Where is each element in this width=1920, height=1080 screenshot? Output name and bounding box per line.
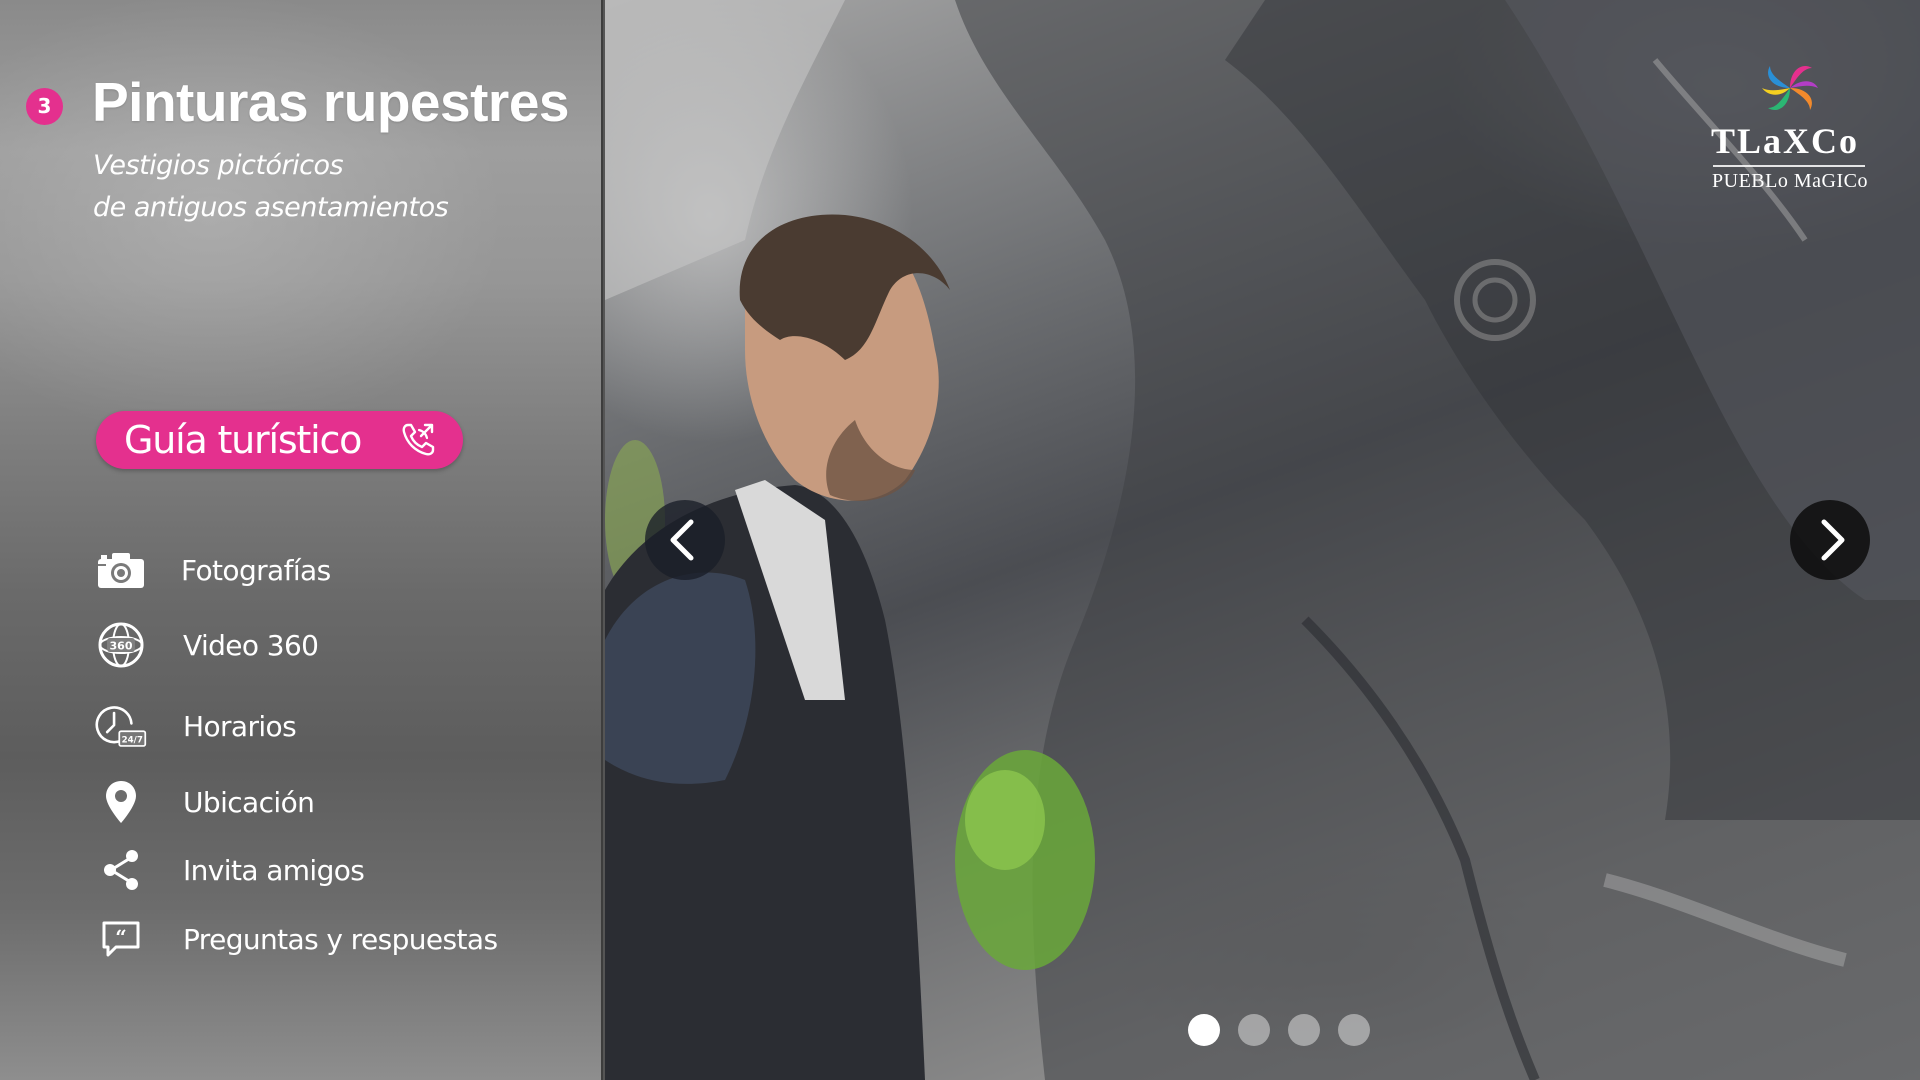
slide-dot-3[interactable] <box>1288 1014 1320 1046</box>
menu-label-location: Ubicación <box>183 786 315 819</box>
menu-item-video-360[interactable]: 360 Video 360 <box>95 619 515 675</box>
attraction-number-badge: 3 <box>26 88 63 125</box>
tour-guide-button[interactable]: Guía turístico <box>96 411 463 469</box>
svg-text:360: 360 <box>110 640 133 653</box>
previous-slide-button[interactable] <box>645 500 725 580</box>
subtitle-line-2: de antiguos asentamientos <box>93 192 449 223</box>
share-icon <box>95 844 147 896</box>
phone-call-icon <box>402 423 435 456</box>
menu-item-location[interactable]: Ubicación <box>95 776 515 832</box>
camera-icon <box>95 544 147 596</box>
slide-dot-4[interactable] <box>1338 1014 1370 1046</box>
chat-quote-icon: “ <box>95 913 147 965</box>
logo-name: TLaXCo <box>1710 121 1860 161</box>
menu-item-schedule[interactable]: 24/7 Horarios <box>95 700 515 756</box>
next-slide-button[interactable] <box>1790 500 1870 580</box>
slide-dot-2[interactable] <box>1238 1014 1270 1046</box>
info-panel: 3 Pinturas rupestres Vestigios pictórico… <box>0 0 603 1080</box>
svg-text:“: “ <box>115 925 127 949</box>
page-title: Pinturas rupestres <box>92 71 570 133</box>
tlaxco-pueblo-magico-logo: TLaXCo PUEBLo MaGICo <box>1705 56 1867 196</box>
logo-divider <box>1713 165 1865 167</box>
menu-label-schedule: Horarios <box>183 710 297 743</box>
menu-item-photos[interactable]: Fotografías <box>95 544 515 600</box>
slide-dot-1[interactable] <box>1188 1014 1220 1046</box>
swirl-logo-icon <box>1762 66 1818 110</box>
video-360-icon: 360 <box>95 619 147 671</box>
clock-24-7-icon: 24/7 <box>95 700 147 752</box>
chevron-right-icon <box>1821 519 1845 561</box>
tour-guide-label: Guía turístico <box>124 418 362 462</box>
menu-label-faq: Preguntas y respuestas <box>183 923 498 956</box>
menu-label-photos: Fotografías <box>181 554 331 587</box>
menu-label-video-360: Video 360 <box>183 629 319 662</box>
chevron-left-icon <box>670 519 694 561</box>
menu-item-invite-friends[interactable]: Invita amigos <box>95 844 515 900</box>
location-pin-icon <box>95 776 147 828</box>
subtitle-line-1: Vestigios pictóricos <box>93 150 344 181</box>
svg-text:24/7: 24/7 <box>122 735 143 745</box>
logo-tagline: PUEBLo MaGICo <box>1712 170 1868 192</box>
menu-label-invite-friends: Invita amigos <box>183 854 365 887</box>
menu-item-faq[interactable]: “ Preguntas y respuestas <box>95 913 515 969</box>
